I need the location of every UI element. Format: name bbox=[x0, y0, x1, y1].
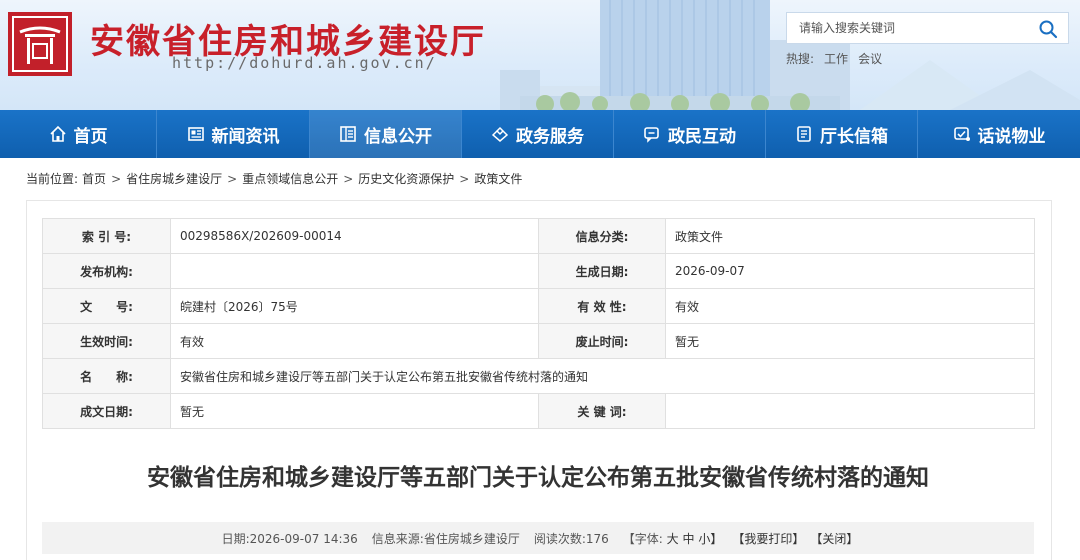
nav-item-info-disclosure[interactable]: 信息公开 bbox=[310, 110, 462, 158]
nav-item-label: 政民互动 bbox=[668, 126, 736, 147]
info-value: 00298586X/202609-00014 bbox=[170, 218, 539, 254]
breadcrumb-item[interactable]: 政策文件 bbox=[474, 170, 522, 187]
table-row: 生效时间: 有效 废止时间: 暂无 bbox=[42, 323, 1035, 359]
nav-item-label: 政务服务 bbox=[516, 126, 584, 147]
main-nav: 首页 新闻资讯 信息公开 政务服务 政民互动 厅长信箱 话说物业 bbox=[0, 110, 1080, 158]
info-value: 政策文件 bbox=[665, 218, 1035, 254]
meta-views: 阅读次数:176 bbox=[534, 530, 609, 547]
info-key: 信息分类: bbox=[538, 218, 666, 254]
breadcrumb-item[interactable]: 首页 bbox=[82, 170, 106, 187]
hot-search-item[interactable]: 工作 bbox=[824, 52, 848, 66]
article-meta-bar: 日期:2026-09-07 14:36 信息来源:省住房城乡建设厅 阅读次数:1… bbox=[42, 522, 1034, 554]
nav-item-label: 信息公开 bbox=[364, 126, 432, 147]
breadcrumb-item[interactable]: 历史文化资源保护 bbox=[358, 170, 454, 187]
search-box bbox=[786, 12, 1069, 44]
nav-item-label: 厅长信箱 bbox=[820, 126, 888, 147]
info-value: 有效 bbox=[170, 323, 539, 359]
breadcrumb-item[interactable]: 重点领域信息公开 bbox=[242, 170, 338, 187]
search-icon[interactable] bbox=[1038, 19, 1058, 39]
mailbox-icon bbox=[797, 126, 811, 142]
table-row: 成文日期: 暂无 关 键 词: bbox=[42, 393, 1035, 429]
meta-date-value: 2026-09-07 14:36 bbox=[249, 531, 358, 546]
breadcrumb-separator-icon: > bbox=[343, 171, 354, 186]
nav-item-director-mailbox[interactable]: 厅长信箱 bbox=[766, 110, 918, 158]
service-icon bbox=[491, 126, 509, 142]
info-value: 皖建村〔2026〕75号 bbox=[170, 288, 539, 324]
font-medium-button[interactable]: 中 bbox=[683, 532, 695, 546]
nav-item-interaction[interactable]: 政民互动 bbox=[614, 110, 766, 158]
breadcrumb-separator-icon: > bbox=[459, 171, 470, 186]
logo-emblem-icon bbox=[8, 12, 72, 76]
table-row: 文 号: 皖建村〔2026〕75号 有 效 性: 有效 bbox=[42, 288, 1035, 324]
info-key: 索 引 号: bbox=[42, 218, 171, 254]
news-icon bbox=[187, 127, 204, 141]
hot-search-label: 热搜: bbox=[786, 52, 815, 66]
info-value: 暂无 bbox=[170, 393, 539, 429]
info-value: 2026-09-07 bbox=[665, 253, 1035, 289]
info-table: 索 引 号: 00298586X/202609-00014 信息分类: 政策文件… bbox=[42, 218, 1035, 429]
table-row: 名 称: 安徽省住房和城乡建设厅等五部门关于认定公布第五批安徽省传统村落的通知 bbox=[42, 358, 1035, 394]
chat-icon bbox=[644, 127, 659, 143]
document-icon bbox=[340, 126, 356, 142]
info-value bbox=[170, 253, 539, 289]
breadcrumb-item[interactable]: 省住房城乡建设厅 bbox=[126, 170, 222, 187]
info-value: 安徽省住房和城乡建设厅等五部门关于认定公布第五批安徽省传统村落的通知 bbox=[170, 358, 1035, 394]
font-small-button[interactable]: 小】 bbox=[698, 532, 722, 546]
nav-item-label: 话说物业 bbox=[977, 126, 1046, 147]
article-title: 安徽省住房和城乡建设厅等五部门关于认定公布第五批安徽省传统村落的通知 bbox=[147, 465, 929, 491]
meta-source-value: 省住房城乡建设厅 bbox=[423, 531, 520, 546]
nav-item-label: 新闻资讯 bbox=[211, 126, 280, 147]
info-key: 成文日期: bbox=[42, 393, 171, 429]
home-icon bbox=[49, 125, 66, 142]
info-key: 名 称: bbox=[42, 358, 171, 394]
font-size-label: 【字体: bbox=[622, 531, 663, 546]
nav-item-property[interactable]: 话说物业 bbox=[918, 110, 1080, 158]
breadcrumb-label: 当前位置: bbox=[26, 172, 79, 186]
close-button[interactable]: 【关闭】 bbox=[810, 530, 858, 547]
hot-search: 热搜: 工作 会议 bbox=[786, 50, 892, 67]
breadcrumb-separator-icon: > bbox=[111, 171, 122, 186]
table-row: 索 引 号: 00298586X/202609-00014 信息分类: 政策文件 bbox=[42, 218, 1035, 254]
info-value bbox=[665, 393, 1035, 429]
font-size-control: 【字体: 大 中 小】 bbox=[623, 530, 723, 547]
breadcrumb-separator-icon: > bbox=[227, 171, 238, 186]
info-key: 生成日期: bbox=[538, 253, 666, 289]
hot-search-item[interactable]: 会议 bbox=[858, 52, 882, 66]
meta-views-label: 阅读次数: bbox=[533, 531, 586, 546]
search-input[interactable] bbox=[787, 13, 1031, 43]
nav-item-gov-service[interactable]: 政务服务 bbox=[462, 110, 614, 158]
nav-item-news[interactable]: 新闻资讯 bbox=[157, 110, 310, 158]
meta-date-label: 日期: bbox=[221, 531, 250, 546]
font-large-button[interactable]: 大 bbox=[667, 532, 679, 546]
table-row: 发布机构: 生成日期: 2026-09-07 bbox=[42, 253, 1035, 289]
meta-source: 信息来源:省住房城乡建设厅 bbox=[372, 530, 520, 547]
meta-date: 日期:2026-09-07 14:36 bbox=[222, 530, 358, 547]
info-value: 暂无 bbox=[665, 323, 1035, 359]
info-key: 发布机构: bbox=[42, 253, 171, 289]
info-key: 有 效 性: bbox=[538, 288, 666, 324]
info-key: 废止时间: bbox=[538, 323, 666, 359]
nav-item-label: 首页 bbox=[73, 126, 108, 147]
info-key: 关 键 词: bbox=[538, 393, 666, 429]
info-key: 生效时间: bbox=[42, 323, 171, 359]
nav-item-home[interactable]: 首页 bbox=[0, 110, 157, 158]
site-header: 安徽省住房和城乡建设厅 http://dohurd.ah.gov.cn/ 热搜:… bbox=[0, 0, 1080, 110]
meta-views-value: 176 bbox=[585, 531, 609, 546]
site-url: http://dohurd.ah.gov.cn/ bbox=[172, 54, 437, 72]
meta-source-label: 信息来源: bbox=[371, 531, 424, 546]
breadcrumb: 当前位置: 首页 > 省住房城乡建设厅 > 重点领域信息公开 > 历史文化资源保… bbox=[26, 170, 522, 187]
print-button[interactable]: 【我要打印】 bbox=[732, 530, 804, 547]
info-key: 文 号: bbox=[42, 288, 171, 324]
property-icon bbox=[953, 127, 970, 141]
info-value: 有效 bbox=[665, 288, 1035, 324]
site-logo[interactable] bbox=[8, 12, 72, 76]
